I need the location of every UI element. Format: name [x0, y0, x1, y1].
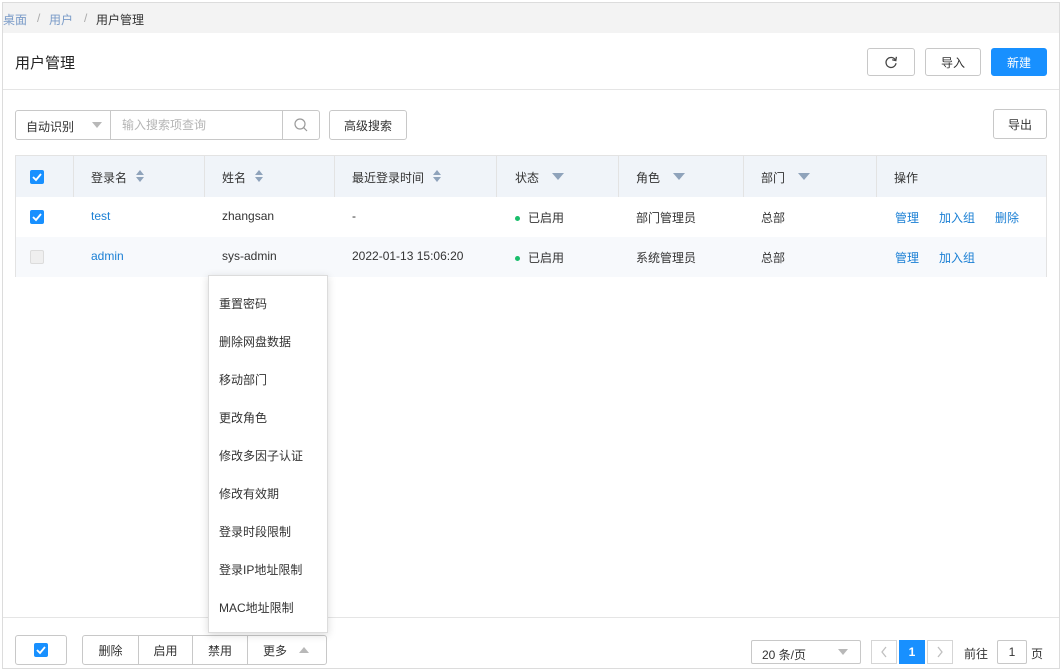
column-header-dept[interactable]: 部门 [761, 169, 785, 186]
search-input[interactable] [112, 111, 282, 139]
breadcrumb-desktop[interactable]: 桌面 [3, 11, 27, 28]
user-name: sys-admin [222, 249, 277, 263]
users-table: 登录名 姓名 最近登录时间 状态 角色 部门 操作 test zhangsan … [15, 155, 1047, 277]
import-button[interactable]: 导入 [925, 48, 981, 76]
page-size-value: 20 条/页 [762, 648, 807, 662]
add-to-group-link[interactable]: 加入组 [939, 249, 975, 266]
column-header-name[interactable]: 姓名 [222, 169, 246, 186]
prev-page-button[interactable] [871, 640, 897, 664]
login-link[interactable]: test [91, 209, 110, 223]
filter-icon[interactable] [798, 173, 810, 180]
menu-item-edit-validity[interactable]: 修改有效期 [209, 479, 327, 509]
menu-item-mac-limit[interactable]: MAC地址限制 [209, 593, 327, 623]
status-dot-icon [515, 256, 520, 261]
goto-suffix: 页 [1031, 647, 1044, 661]
next-page-button[interactable] [927, 640, 953, 664]
role-text: 部门管理员 [636, 211, 697, 225]
dept-text: 总部 [761, 211, 786, 225]
delete-link[interactable]: 删除 [995, 209, 1019, 226]
status-text: 已启用 [528, 251, 565, 265]
filter-icon[interactable] [552, 173, 564, 180]
search-mode-select[interactable]: 自动识别 [16, 111, 111, 139]
page-size-select[interactable]: 20 条/页 [751, 640, 861, 664]
footer-select-all-button[interactable] [15, 635, 67, 665]
breadcrumb-separator: / [37, 11, 41, 25]
menu-item-login-ip-limit[interactable]: 登录IP地址限制 [209, 555, 327, 585]
check-icon [36, 646, 46, 655]
menu-item-reset-password[interactable]: 重置密码 [209, 289, 327, 319]
bulk-disable-button[interactable]: 禁用 [193, 636, 248, 664]
column-header-status[interactable]: 状态 [515, 169, 539, 186]
column-header-role[interactable]: 角色 [636, 169, 660, 186]
status-dot-icon [515, 216, 520, 221]
select-all-checkbox[interactable] [34, 643, 48, 657]
menu-item-move-department[interactable]: 移动部门 [209, 365, 327, 395]
row-checkbox[interactable] [30, 250, 44, 264]
advanced-search-button[interactable]: 高级搜索 [329, 110, 407, 140]
chevron-up-icon [299, 647, 309, 653]
row-checkbox[interactable] [30, 210, 44, 224]
breadcrumb: 桌面 / 用户 / 用户管理 [3, 3, 1059, 33]
check-icon [32, 213, 42, 222]
bulk-enable-button[interactable]: 启用 [139, 636, 193, 664]
divider [3, 617, 1059, 618]
column-header-last-login[interactable]: 最近登录时间 [352, 169, 424, 186]
dept-text: 总部 [761, 251, 786, 265]
breadcrumb-separator: / [84, 11, 88, 25]
bulk-delete-button[interactable]: 删除 [83, 636, 139, 664]
goto-page-input[interactable] [997, 640, 1027, 664]
add-to-group-link[interactable]: 加入组 [939, 209, 975, 226]
search-icon [294, 118, 308, 132]
page-number-current[interactable]: 1 [899, 640, 925, 664]
more-button[interactable]: 更多 [248, 636, 326, 664]
breadcrumb-users[interactable]: 用户 [49, 11, 73, 28]
goto-prefix: 前往 [964, 647, 989, 661]
role-text: 系统管理员 [636, 251, 697, 265]
search-button[interactable] [282, 111, 319, 139]
user-name: zhangsan [222, 209, 275, 223]
refresh-button[interactable] [867, 48, 915, 76]
last-login-time: 2022-01-13 15:06:20 [352, 249, 464, 263]
column-header-login[interactable]: 登录名 [91, 169, 127, 186]
search-mode-value: 自动识别 [26, 120, 75, 134]
menu-item-login-time-limit[interactable]: 登录时段限制 [209, 517, 327, 547]
sort-icon[interactable] [255, 170, 263, 182]
new-button[interactable]: 新建 [991, 48, 1047, 76]
login-link[interactable]: admin [91, 249, 124, 263]
menu-item-edit-mfa[interactable]: 修改多因子认证 [209, 441, 327, 471]
column-header-actions: 操作 [894, 171, 919, 185]
sort-icon[interactable] [136, 170, 144, 182]
chevron-down-icon [92, 122, 102, 128]
more-actions-menu: 重置密码 删除网盘数据 移动部门 更改角色 修改多因子认证 修改有效期 登录时段… [208, 275, 328, 633]
status-text: 已启用 [528, 211, 565, 225]
app-frame: 桌面 / 用户 / 用户管理 用户管理 导入 新建 自动识别 高级搜索 导出 [2, 2, 1060, 669]
menu-item-delete-drive-data[interactable]: 删除网盘数据 [209, 327, 327, 357]
select-all-checkbox[interactable] [30, 170, 44, 184]
more-button-label: 更多 [263, 643, 288, 658]
export-button[interactable]: 导出 [993, 109, 1047, 139]
page-title: 用户管理 [15, 55, 76, 72]
check-icon [32, 173, 42, 182]
refresh-icon [885, 56, 898, 69]
filter-icon[interactable] [673, 173, 685, 180]
chevron-left-icon [881, 646, 887, 658]
menu-item-change-role[interactable]: 更改角色 [209, 403, 327, 433]
bulk-actions-group: 删除 启用 禁用 更多 [82, 635, 327, 665]
divider [3, 89, 1059, 90]
breadcrumb-current: 用户管理 [96, 13, 145, 27]
chevron-down-icon [838, 649, 848, 655]
manage-link[interactable]: 管理 [895, 249, 919, 266]
search-group: 自动识别 [15, 110, 320, 140]
manage-link[interactable]: 管理 [895, 209, 919, 226]
chevron-right-icon [937, 646, 943, 658]
sort-icon[interactable] [433, 170, 441, 182]
last-login-time: - [352, 209, 356, 223]
